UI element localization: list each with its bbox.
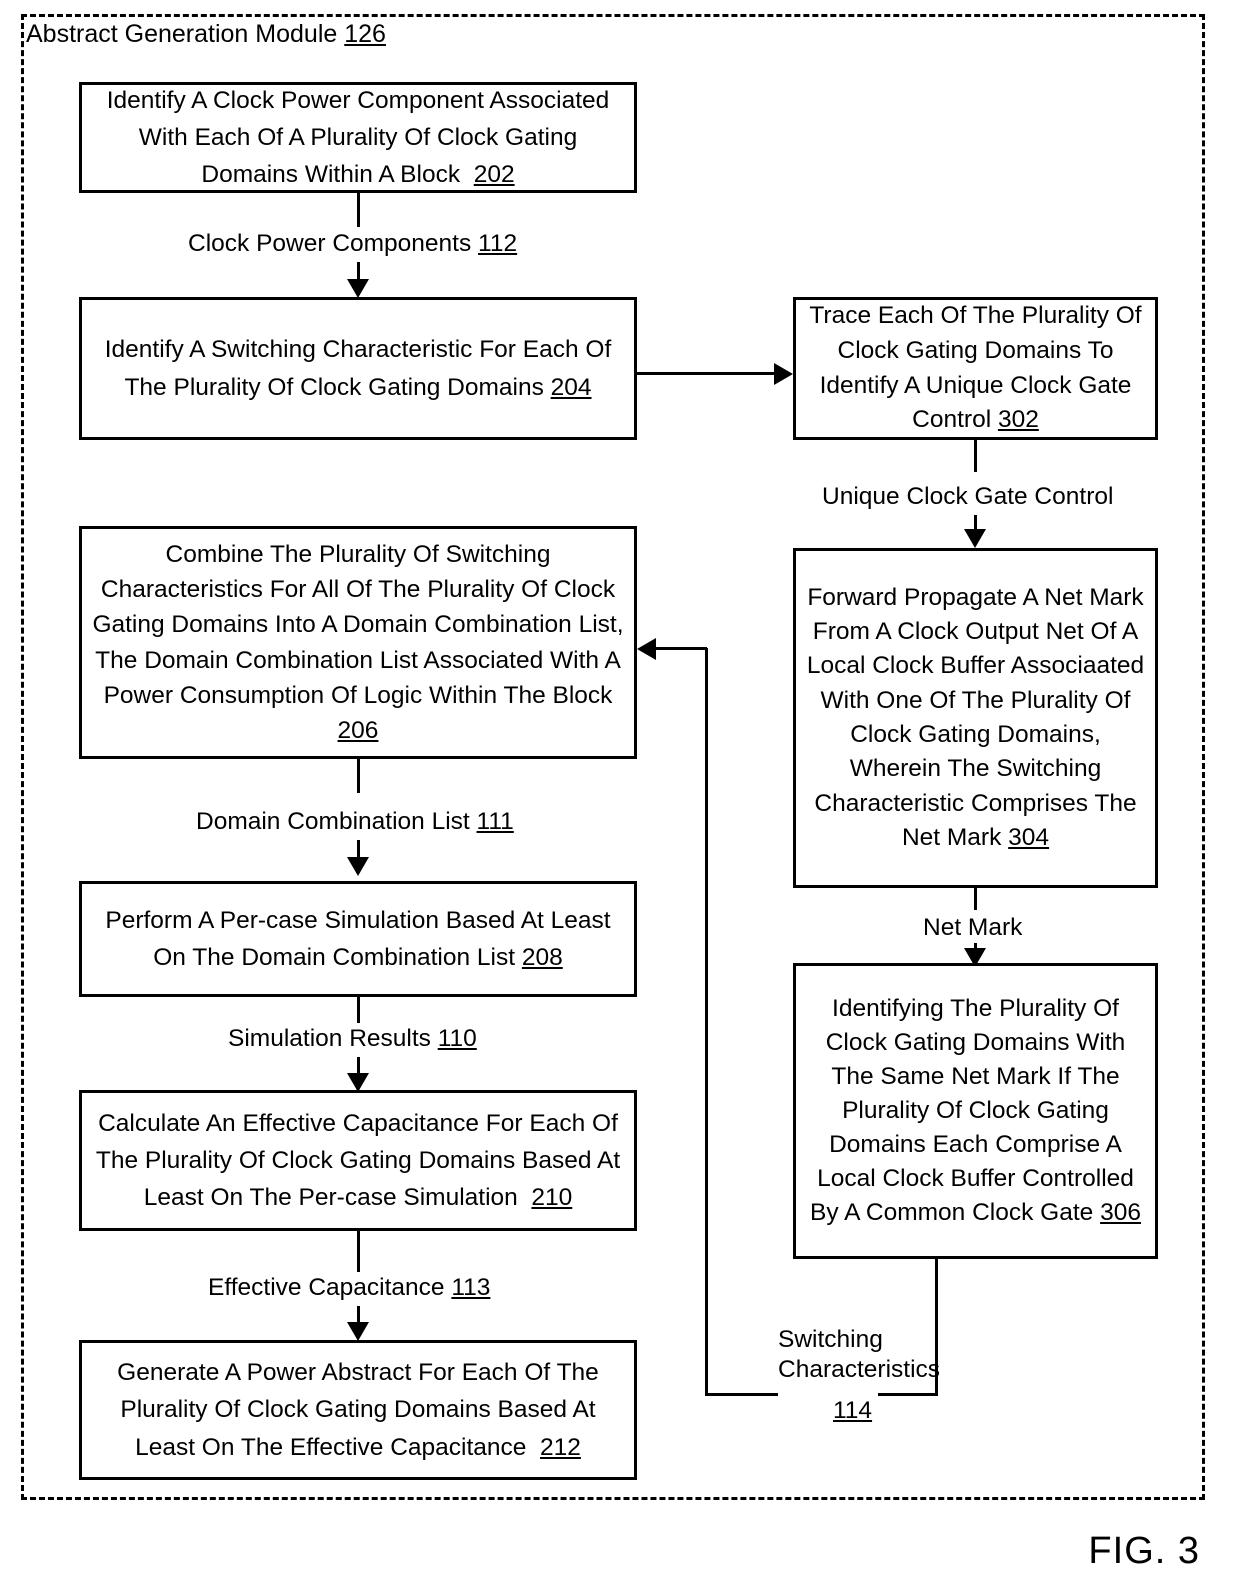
edge-label-111-text: Domain Combination List: [196, 808, 470, 835]
box-302-line3: Identify A Unique Clock Gate: [819, 371, 1132, 399]
box-212-ref: 212: [540, 1433, 581, 1461]
box-208-line2: On The Domain Combination List: [153, 944, 516, 971]
box-206-line5: Power Consumption Of Logic Within The Bl…: [103, 681, 613, 709]
arrowhead-to-box-212: [347, 1322, 369, 1341]
edge-label-effective-capacitance: Effective Capacitance 113: [208, 1272, 491, 1304]
process-box-206: Combine The Plurality Of Switching Chara…: [79, 526, 637, 759]
arrowhead-to-box-208: [347, 857, 369, 876]
box-304-line4: With One Of The Plurality Of: [820, 686, 1131, 714]
connector-202-to-label-112: [357, 193, 360, 227]
box-202-line2: With Each Of A Plurality Of Clock Gating: [138, 123, 578, 151]
box-306-ref: 306: [1100, 1199, 1141, 1227]
box-306-line2: Clock Gating Domains With: [825, 1028, 1126, 1056]
edge-label-unique-clock-gate-control: Unique Clock Gate Control: [822, 481, 1114, 513]
edge-label-ucgc-text: Unique Clock Gate Control: [822, 483, 1114, 510]
process-box-210: Calculate An Effective Capacitance For E…: [79, 1090, 637, 1231]
process-box-212: Generate A Power Abstract For Each Of Th…: [79, 1340, 637, 1480]
edge-label-clock-power-components: Clock Power Components 112: [188, 228, 518, 260]
box-204-ref: 204: [550, 373, 592, 401]
box-304-line2: From A Clock Output Net Of A: [812, 618, 1139, 646]
edge-label-net-mark-text: Net Mark: [923, 914, 1023, 941]
edge-label-112-text: Clock Power Components: [188, 230, 472, 257]
edge-label-113-ref: 113: [451, 1274, 491, 1301]
box-208-ref: 208: [521, 944, 563, 971]
edge-label-111-ref: 111: [476, 808, 514, 835]
process-box-304: Forward Propagate A Net Mark From A Cloc…: [793, 548, 1158, 888]
box-210-line3: Least On The Per-case Simulation: [143, 1184, 518, 1212]
box-210-line1: Calculate An Effective Capacitance For E…: [98, 1109, 618, 1137]
process-box-306: Identifying The Plurality Of Clock Gatin…: [793, 963, 1158, 1259]
connector-204-to-302: [637, 372, 777, 375]
box-306-line6: Local Clock Buffer Controlled: [817, 1165, 1134, 1193]
box-302-ref: 302: [997, 406, 1039, 434]
connector-210-to-label-113: [357, 1231, 360, 1272]
box-304-line7: Characteristic Comprises The: [814, 789, 1137, 817]
arrowhead-to-box-206: [637, 638, 656, 660]
box-306-line4: Plurality Of Clock Gating: [842, 1096, 1109, 1124]
connector-208-to-label-110: [357, 997, 360, 1023]
box-212-line1: Generate A Power Abstract For Each Of Th…: [117, 1359, 599, 1387]
edge-label-114-ref: 114: [833, 1397, 873, 1424]
box-304-line1: Forward Propagate A Net Mark: [807, 583, 1144, 611]
connector-304-to-label-net-mark: [974, 888, 977, 910]
feedback-segment-horizontal-left: [705, 1393, 778, 1396]
edge-label-simulation-results: Simulation Results 110: [228, 1023, 477, 1055]
box-206-line1: Combine The Plurality Of Switching: [165, 541, 551, 569]
box-206-ref: 206: [337, 716, 379, 744]
connector-302-to-label-ucgc: [974, 440, 977, 472]
box-306-line3: The Same Net Mark If The: [831, 1062, 1120, 1090]
figure-caption: FIG. 3: [1088, 1530, 1200, 1572]
box-208-line1: Perform A Per-case Simulation Based At L…: [105, 906, 611, 934]
box-306-line5: Domains Each Comprise A: [829, 1131, 1122, 1159]
process-box-302: Trace Each Of The Plurality Of Clock Gat…: [793, 297, 1158, 440]
edge-label-114-line1: Switching: [778, 1326, 883, 1353]
box-206-line2: Characteristics For All Of The Plurality…: [100, 576, 616, 604]
box-302-line1: Trace Each Of The Plurality Of: [809, 301, 1142, 329]
box-202-line3: Domains Within A Block: [201, 161, 461, 189]
edge-label-113-text: Effective Capacitance: [208, 1274, 445, 1301]
box-212-line2: Plurality Of Clock Gating Domains Based …: [120, 1396, 596, 1424]
box-204-line2: The Plurality Of Clock Gating Domains: [124, 373, 544, 401]
module-title-text: Abstract Generation Module: [26, 20, 338, 48]
feedback-segment-horizontal-right: [878, 1393, 938, 1396]
arrowhead-to-box-304: [964, 529, 986, 548]
box-304-line3: Local Clock Buffer Associaated: [806, 652, 1145, 680]
box-206-line3: Gating Domains Into A Domain Combination…: [92, 611, 624, 639]
module-title-ref: 126: [344, 20, 386, 48]
box-202-line1: Identify A Clock Power Component Associa…: [106, 86, 610, 114]
edge-label-net-mark: Net Mark: [923, 912, 1023, 944]
box-306-line1: Identifying The Plurality Of: [832, 994, 1119, 1022]
box-204-line1: Identify A Switching Characteristic For …: [104, 336, 612, 364]
process-box-208: Perform A Per-case Simulation Based At L…: [79, 881, 637, 997]
box-206-line4: The Domain Combination List Associated W…: [95, 646, 621, 674]
box-210-ref: 210: [531, 1184, 573, 1212]
feedback-segment-up-to-206: [705, 648, 708, 1396]
arrowhead-to-box-204: [347, 279, 369, 298]
edge-label-112-ref: 112: [478, 230, 518, 257]
box-306-line7: By A Common Clock Gate: [810, 1199, 1094, 1227]
edge-label-114-line2: Characteristics: [778, 1355, 941, 1383]
process-box-204: Identify A Switching Characteristic For …: [79, 297, 637, 440]
module-title: Abstract Generation Module 126: [26, 22, 386, 47]
process-box-202: Identify A Clock Power Component Associa…: [79, 82, 637, 193]
box-212-line3: Least On The Effective Capacitance: [135, 1433, 527, 1461]
connector-206-to-label-111: [357, 759, 360, 793]
arrowhead-to-box-302: [774, 363, 793, 385]
box-304-line6: Wherein The Switching: [849, 755, 1102, 783]
box-302-line2: Clock Gating Domains To: [837, 336, 1114, 364]
box-304-line5: Clock Gating Domains,: [850, 721, 1101, 748]
box-302-line4: Control: [912, 406, 992, 434]
box-304-line8: Net Mark: [901, 823, 1002, 851]
box-304-ref: 304: [1008, 823, 1050, 851]
edge-label-switching-characteristics: Switching Characteristics: [778, 1325, 940, 1385]
box-202-ref: 202: [473, 161, 515, 189]
edge-label-switching-characteristics-ref-wrap: 114: [833, 1395, 873, 1427]
edge-label-110-text: Simulation Results: [228, 1025, 431, 1052]
figure-page: Abstract Generation Module 126 Identify …: [0, 0, 1240, 1591]
edge-label-110-ref: 110: [437, 1025, 477, 1052]
box-210-line2: The Plurality Of Clock Gating Domains Ba…: [95, 1146, 621, 1174]
feedback-segment-into-206: [655, 647, 707, 650]
edge-label-domain-combination-list: Domain Combination List 111: [196, 806, 514, 838]
